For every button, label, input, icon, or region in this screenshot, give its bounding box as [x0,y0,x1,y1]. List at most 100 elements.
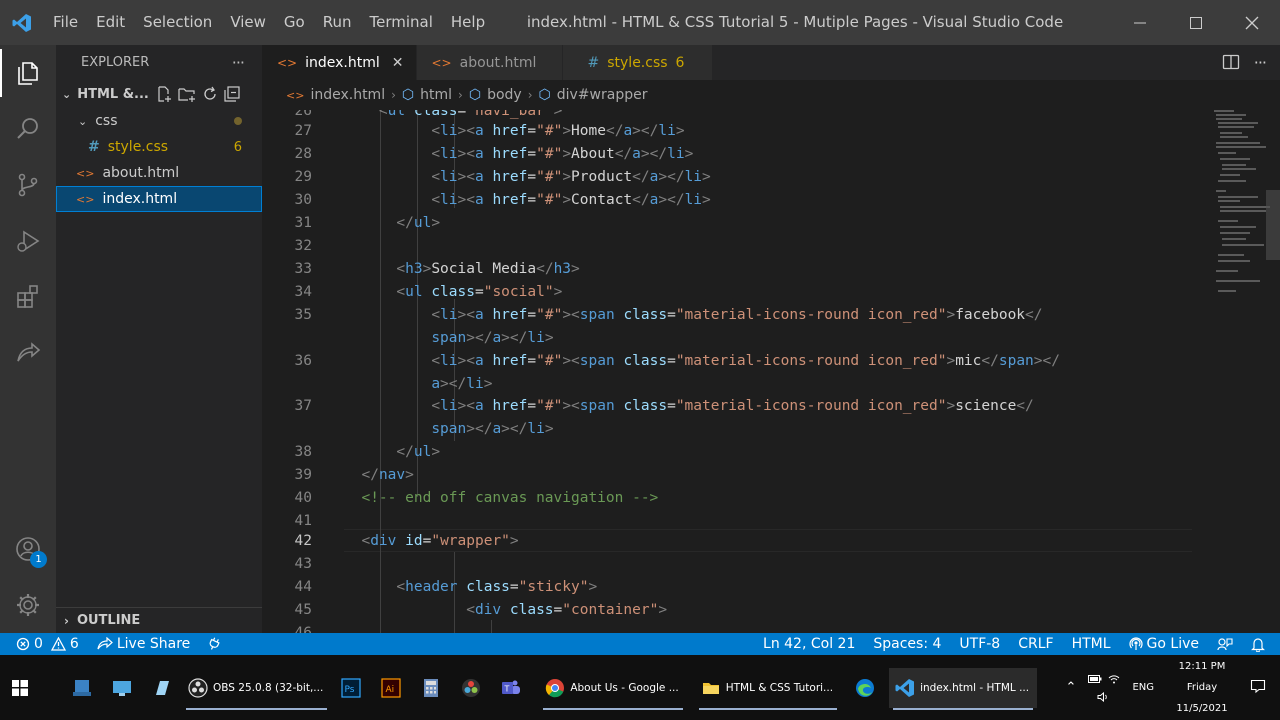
source-control-icon[interactable] [0,157,56,213]
line-number: 36 [294,353,312,369]
menu-bar: File Edit Selection View Go Run Terminal… [44,0,494,45]
explorer-icon[interactable] [0,45,56,101]
warning-count: 6 [69,636,79,652]
problems-indicator[interactable]: 0 6 [0,636,88,652]
more-actions-icon[interactable]: ··· [1254,53,1267,72]
settings-gear-icon[interactable] [0,577,56,633]
input-language[interactable]: ENG [1124,682,1162,693]
action-center-icon[interactable] [1242,678,1280,697]
tab-style-css[interactable]: # style.css 6 [562,45,713,80]
extensions-icon[interactable] [0,269,56,325]
taskbar-app-chrome[interactable]: About Us - Google ... [539,668,686,710]
maximize-button[interactable] [1168,0,1224,45]
plug-status[interactable] [199,637,229,651]
breadcrumb-item[interactable]: index.html [310,87,385,103]
encoding[interactable]: UTF-8 [950,636,1009,652]
remote-desktop-icon[interactable] [102,668,142,708]
line-endings[interactable]: CRLF [1009,636,1062,652]
wifi-icon[interactable] [1108,674,1120,684]
menu-view[interactable]: View [221,0,275,45]
tree-item-index-html[interactable]: <> index.html [56,186,262,212]
photoshop-icon[interactable]: Ps [331,668,371,708]
taskbar-app-vscode[interactable]: index.html - HTML ... [889,667,1038,710]
explorer-sidebar: EXPLORER ··· ⌄ HTML &... ⌄ css # style.c… [56,45,262,633]
close-window-button[interactable] [1224,0,1280,45]
modified-dot-icon [234,117,242,125]
line-number: 34 [294,284,312,300]
taskbar-app-obs[interactable]: OBS 25.0.8 (32-bit,... [182,668,331,710]
taskbar-app-label: HTML & CSS Tutori... [725,681,834,694]
tree-item-about-html[interactable]: <> about.html [56,160,262,186]
line-number: 28 [294,146,312,162]
outline-section[interactable]: › OUTLINE [56,607,262,633]
line-number: 37 [294,398,312,414]
explorer-title: EXPLORER [81,55,150,70]
menu-help[interactable]: Help [442,0,494,45]
breadcrumb-item[interactable]: html [420,87,452,103]
code-comment: <!-- end off canvas navigation --> [361,490,659,506]
tab-index-html[interactable]: <> index.html ✕ [262,45,417,80]
breadcrumb-item[interactable]: div#wrapper [557,87,648,103]
notepad-app-icon[interactable] [142,668,182,708]
broadcast-icon [1128,637,1143,650]
more-actions-icon[interactable]: ··· [232,53,245,72]
windows-taskbar: OBS 25.0.8 (32-bit,... Ps Ai T About Us … [0,655,1280,720]
code-editor[interactable]: 26 <ul class="navi_bar"> 27 <li><a href=… [262,110,1280,633]
scrollbar-thumb[interactable] [1266,190,1280,260]
tab-about-html[interactable]: <> about.html [416,45,563,80]
line-number: 45 [294,602,312,618]
code-line: 37 <li><a href="#"><span class="material… [262,395,1262,418]
edge-browser-icon[interactable] [845,668,885,708]
clock[interactable]: 12:11 PM Friday 11/5/2021 [1162,656,1242,719]
menu-file[interactable]: File [44,0,87,45]
indentation[interactable]: Spaces: 4 [864,636,950,652]
run-debug-icon[interactable] [0,213,56,269]
illustrator-icon[interactable]: Ai [371,668,411,708]
battery-icon[interactable] [1088,674,1102,684]
menu-edit[interactable]: Edit [87,0,134,45]
system-tray: ⌃ ENG 12:11 PM Friday 11/5/2021 [1058,655,1280,720]
minimap[interactable] [1202,110,1280,633]
search-icon[interactable] [0,101,56,157]
calculator-icon[interactable] [411,668,451,708]
language-mode[interactable]: HTML [1063,636,1120,652]
minimize-button[interactable] [1112,0,1168,45]
feedback-icon[interactable] [1208,637,1242,651]
davinci-resolve-icon[interactable] [451,668,491,708]
html-file-icon: <> [431,55,452,70]
cursor-position[interactable]: Ln 42, Col 21 [754,636,864,652]
tree-item-label: index.html [102,191,178,207]
chevron-up-icon[interactable]: ⌃ [1058,680,1085,695]
tree-item-style-css[interactable]: # style.css 6 [56,134,262,160]
menu-terminal[interactable]: Terminal [361,0,442,45]
split-editor-icon[interactable] [1222,53,1240,71]
breadcrumb-item[interactable]: body [487,87,522,103]
teams-icon[interactable]: T [491,668,531,708]
menu-selection[interactable]: Selection [134,0,221,45]
tree-item-label: css [95,113,118,129]
accounts-icon[interactable]: 1 [0,521,56,577]
menu-go[interactable]: Go [275,0,314,45]
taskbar-app-explorer[interactable]: HTML & CSS Tutori... [695,668,841,710]
close-tab-icon[interactable]: ✕ [392,55,404,71]
tab-label: about.html [459,54,537,71]
chrome-icon [546,678,565,697]
workspace-folder[interactable]: ⌄ HTML &... [56,80,262,108]
code-line: 38 </ul> [262,441,1262,464]
refresh-icon[interactable] [201,85,219,103]
line-number: 33 [294,261,312,277]
people-app-icon[interactable] [62,668,102,708]
live-share-status[interactable]: Live Share [88,636,199,652]
folder-icon [702,682,719,694]
code-line: 27 <li><a href="#">Home</a></li> [262,120,1262,143]
new-file-icon[interactable] [155,85,173,103]
go-live-button[interactable]: Go Live [1120,636,1208,652]
new-folder-icon[interactable] [177,85,197,103]
menu-run[interactable]: Run [314,0,361,45]
volume-icon[interactable] [1097,691,1111,702]
tree-item-css-folder[interactable]: ⌄ css [56,108,262,134]
live-share-icon[interactable] [0,325,56,381]
windows-start-icon[interactable] [0,655,40,720]
notifications-bell-icon[interactable] [1242,637,1274,652]
collapse-all-icon[interactable] [223,85,241,103]
